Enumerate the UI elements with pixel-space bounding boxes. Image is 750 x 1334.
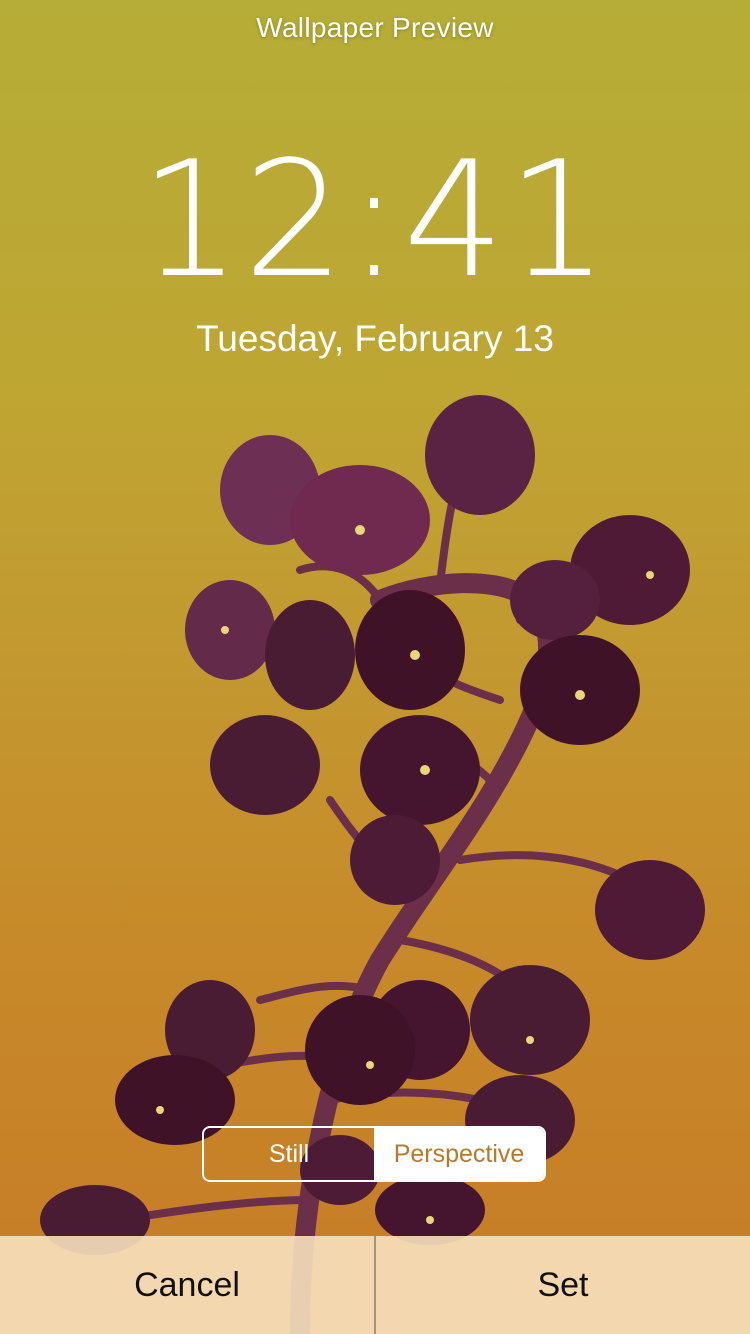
mode-perspective-option[interactable]: Perspective xyxy=(374,1128,544,1180)
set-button[interactable]: Set xyxy=(376,1236,750,1334)
wallpaper-mode-segmented-control: Still Perspective xyxy=(202,1126,546,1182)
mode-still-option[interactable]: Still xyxy=(204,1128,374,1180)
cancel-button[interactable]: Cancel xyxy=(0,1236,374,1334)
lockscreen-date: Tuesday, February 13 xyxy=(196,318,554,359)
page-title: Wallpaper Preview xyxy=(256,12,494,43)
lockscreen-time: 12:41 xyxy=(139,126,611,313)
action-bar: Cancel Set xyxy=(0,1236,750,1334)
